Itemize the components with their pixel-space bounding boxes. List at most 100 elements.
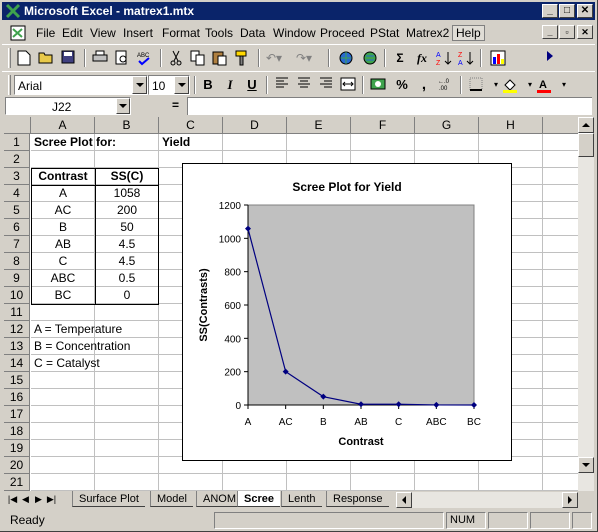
scroll-thumb[interactable]: [578, 133, 594, 157]
cell-a13[interactable]: B = Concentration: [34, 338, 130, 355]
select-all-corner[interactable]: [4, 117, 31, 134]
row-header[interactable]: 18: [4, 423, 30, 440]
row-header[interactable]: 10: [4, 287, 30, 304]
borders-icon[interactable]: [466, 76, 486, 94]
column-header[interactable]: B: [95, 117, 159, 134]
increase-decimal-icon[interactable]: ←.0.00: [436, 76, 456, 94]
font-size-select[interactable]: 10: [148, 75, 190, 95]
autosum-icon[interactable]: Σ: [390, 49, 410, 67]
currency-icon[interactable]: [368, 76, 388, 94]
fill-color-icon[interactable]: [500, 76, 520, 94]
menu-window[interactable]: Window: [273, 26, 316, 40]
menu-tools[interactable]: Tools: [205, 26, 233, 40]
horizontal-scrollbar[interactable]: [396, 492, 578, 508]
sheet-tab-response[interactable]: Response: [326, 491, 389, 507]
sheet-tab-lenth[interactable]: Lenth: [281, 491, 322, 507]
formula-input[interactable]: [187, 97, 592, 115]
ss-cell[interactable]: 4.5: [95, 236, 159, 253]
sheet-tab-anom[interactable]: ANOM: [196, 491, 242, 507]
save-icon[interactable]: [58, 49, 78, 67]
print-icon[interactable]: [90, 49, 110, 67]
sheet-tab-scree[interactable]: Scree: [237, 491, 280, 507]
contrast-cell[interactable]: AB: [31, 236, 95, 253]
print-preview-icon[interactable]: [112, 49, 132, 67]
prev-sheet-icon[interactable]: ◀: [19, 492, 32, 507]
column-header[interactable]: D: [223, 117, 287, 134]
column-header[interactable]: [543, 117, 580, 134]
row-header[interactable]: 21: [4, 474, 30, 491]
font-name-select[interactable]: Arial: [14, 75, 148, 95]
minimize-button[interactable]: _: [542, 4, 558, 18]
align-right-icon[interactable]: [316, 76, 336, 94]
row-header[interactable]: 19: [4, 440, 30, 457]
copy-icon[interactable]: [188, 49, 208, 67]
scroll-right-button[interactable]: [562, 492, 578, 508]
chart-wizard-icon[interactable]: [488, 49, 508, 67]
menu-edit[interactable]: Edit: [62, 26, 83, 40]
scroll-left-button[interactable]: [396, 492, 412, 508]
play-icon[interactable]: [540, 49, 560, 67]
toolbar-grip[interactable]: [8, 75, 11, 95]
size-grip[interactable]: [572, 512, 592, 529]
scroll-down-button[interactable]: [578, 457, 594, 473]
row-header[interactable]: 9: [4, 270, 30, 287]
cut-icon[interactable]: [166, 49, 186, 67]
row-header[interactable]: 3: [4, 168, 30, 185]
italic-button[interactable]: I: [220, 76, 240, 94]
workbook-icon[interactable]: [10, 25, 26, 41]
open-icon[interactable]: [36, 49, 56, 67]
spelling-icon[interactable]: ABC: [134, 49, 154, 67]
row-header[interactable]: 6: [4, 219, 30, 236]
hyperlink-icon[interactable]: [336, 49, 356, 67]
paste-function-icon[interactable]: fx: [412, 49, 432, 67]
menu-data[interactable]: Data: [240, 26, 265, 40]
menu-view[interactable]: View: [90, 26, 116, 40]
bold-button[interactable]: B: [198, 76, 218, 94]
column-header[interactable]: H: [479, 117, 543, 134]
excel-app-icon[interactable]: [5, 3, 21, 19]
ss-cell[interactable]: 0.5: [95, 270, 159, 287]
equals-sign[interactable]: =: [172, 98, 179, 112]
percent-button[interactable]: %: [392, 76, 412, 94]
align-center-icon[interactable]: [294, 76, 314, 94]
name-box-dropdown-arrow[interactable]: [116, 98, 130, 114]
name-box[interactable]: J22: [5, 97, 131, 115]
menu-matrex2[interactable]: Matrex2: [406, 26, 449, 40]
row-header[interactable]: 12: [4, 321, 30, 338]
row-header[interactable]: 20: [4, 457, 30, 474]
doc-restore-button[interactable]: ▫: [559, 25, 575, 39]
menu-pstat[interactable]: PStat: [370, 26, 399, 40]
cell-a14[interactable]: C = Catalyst: [34, 355, 100, 372]
close-button[interactable]: ✕: [577, 4, 593, 18]
format-painter-icon[interactable]: [232, 49, 252, 67]
sort-ascending-icon[interactable]: AZ: [434, 49, 454, 67]
menu-proceed[interactable]: Proceed: [320, 26, 365, 40]
size-dropdown-arrow[interactable]: [174, 76, 189, 94]
row-header[interactable]: 17: [4, 406, 30, 423]
first-sheet-icon[interactable]: |◀: [6, 492, 19, 507]
sheet-tab-surface-plot[interactable]: Surface Plot: [72, 491, 145, 507]
column-header[interactable]: A: [31, 117, 95, 134]
row-header[interactable]: 15: [4, 372, 30, 389]
row-header[interactable]: 11: [4, 304, 30, 321]
row-header[interactable]: 13: [4, 338, 30, 355]
last-sheet-icon[interactable]: ▶|: [45, 492, 58, 507]
row-header[interactable]: 2: [4, 151, 30, 168]
maximize-button[interactable]: □: [559, 4, 575, 18]
cell-a3[interactable]: Contrast: [31, 168, 95, 185]
align-left-icon[interactable]: [272, 76, 292, 94]
menu-help[interactable]: Help: [452, 25, 485, 41]
next-sheet-icon[interactable]: ▶: [32, 492, 45, 507]
doc-minimize-button[interactable]: _: [542, 25, 558, 39]
column-header[interactable]: G: [415, 117, 479, 134]
row-header[interactable]: 14: [4, 355, 30, 372]
menu-file[interactable]: File: [36, 26, 55, 40]
column-header[interactable]: E: [287, 117, 351, 134]
merge-center-icon[interactable]: [338, 76, 358, 94]
contrast-cell[interactable]: BC: [31, 287, 95, 304]
row-header[interactable]: 5: [4, 202, 30, 219]
doc-close-button[interactable]: ✕: [577, 25, 593, 39]
paste-icon[interactable]: [210, 49, 230, 67]
row-header[interactable]: 7: [4, 236, 30, 253]
cell-a12[interactable]: A = Temperature: [34, 321, 122, 338]
